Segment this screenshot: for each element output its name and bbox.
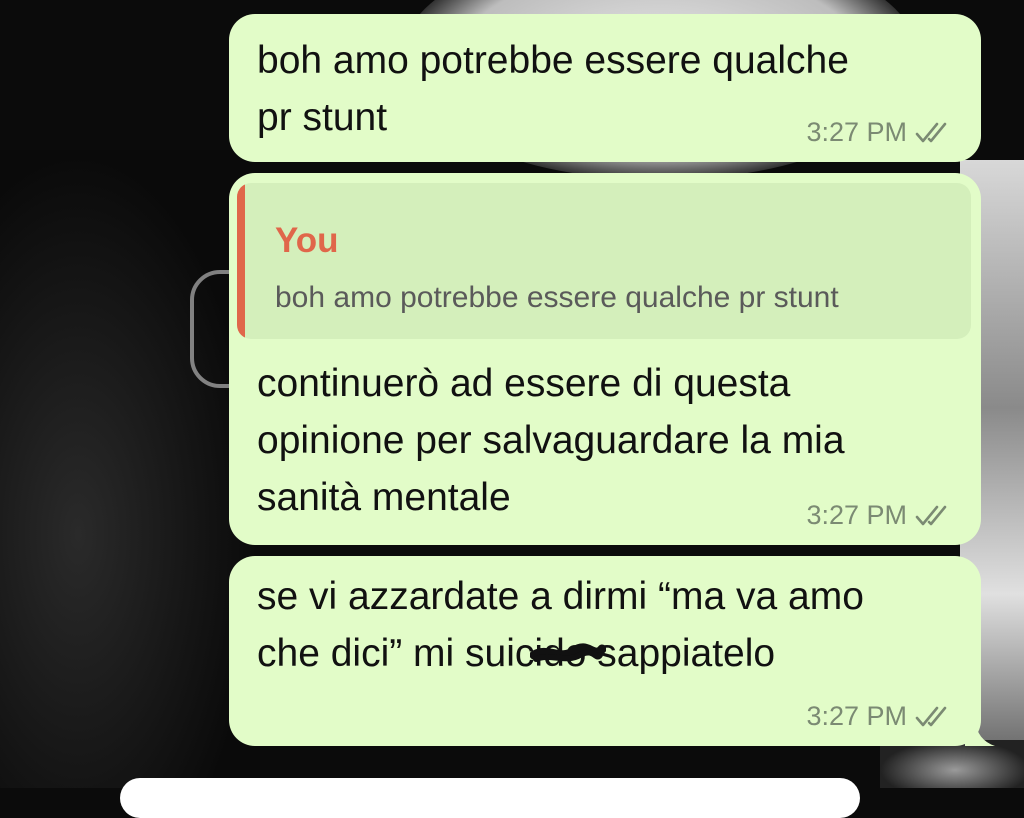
- outgoing-message-bubble[interactable]: boh amo potrebbe essere qualche pr stunt…: [229, 14, 981, 162]
- outgoing-message-bubble[interactable]: You boh amo potrebbe essere qualche pr s…: [229, 173, 981, 545]
- message-time: 3:27 PM: [806, 117, 907, 147]
- quote-text: boh amo potrebbe essere qualche pr stunt: [275, 281, 839, 314]
- double-check-icon: [915, 505, 947, 525]
- scribble-redaction: [530, 643, 606, 662]
- wallpaper-shadow: [0, 150, 260, 788]
- bubble-tail: [965, 720, 995, 746]
- wallpaper-detail: [880, 740, 1024, 788]
- quoted-message[interactable]: You boh amo potrebbe essere qualche pr s…: [237, 183, 971, 339]
- quote-accent-bar: [237, 183, 245, 339]
- message-meta: 3:27 PM: [806, 117, 955, 148]
- message-meta: 3:27 PM: [806, 500, 955, 531]
- message-input-area[interactable]: [120, 778, 860, 818]
- message-time: 3:27 PM: [806, 500, 907, 530]
- quote-author: You: [275, 221, 339, 260]
- double-check-icon: [915, 122, 947, 142]
- message-time: 3:27 PM: [806, 701, 907, 731]
- double-check-icon: [915, 706, 947, 726]
- message-meta: 3:27 PM: [806, 701, 955, 732]
